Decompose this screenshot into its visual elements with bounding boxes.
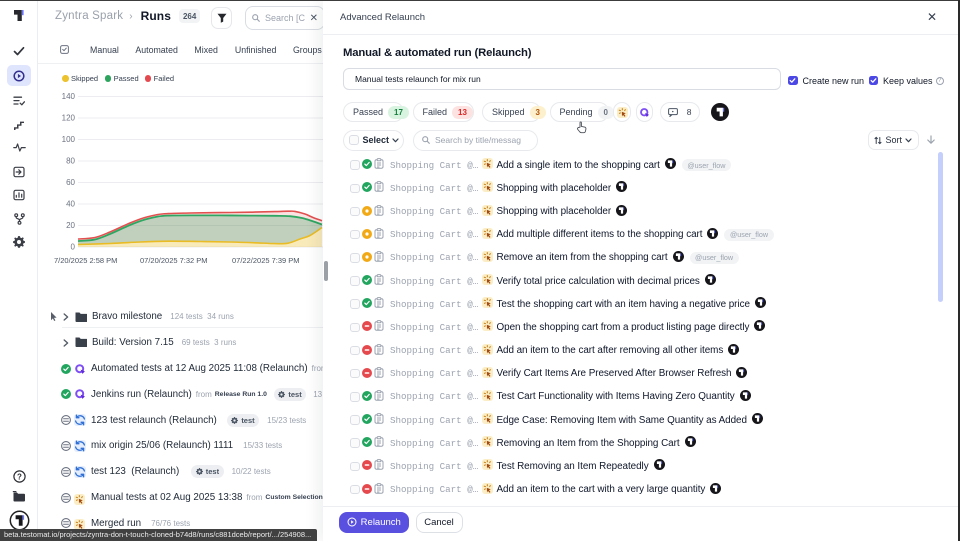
svg-text:40: 40 <box>66 200 75 209</box>
svg-text:07/22/2025 7:39 PM: 07/22/2025 7:39 PM <box>232 256 300 265</box>
svg-text:0: 0 <box>71 243 76 252</box>
svg-text:100: 100 <box>62 135 76 144</box>
svg-text:7/20/2025 2:58 PM: 7/20/2025 2:58 PM <box>54 256 117 265</box>
svg-text:20: 20 <box>66 221 75 230</box>
svg-text:140: 140 <box>62 92 76 101</box>
svg-text:80: 80 <box>66 157 75 166</box>
svg-text:60: 60 <box>66 178 75 187</box>
svg-text:07/20/2025 7:32 PM: 07/20/2025 7:32 PM <box>140 256 208 265</box>
svg-text:120: 120 <box>62 114 76 123</box>
svg-text:?: ? <box>17 472 22 481</box>
